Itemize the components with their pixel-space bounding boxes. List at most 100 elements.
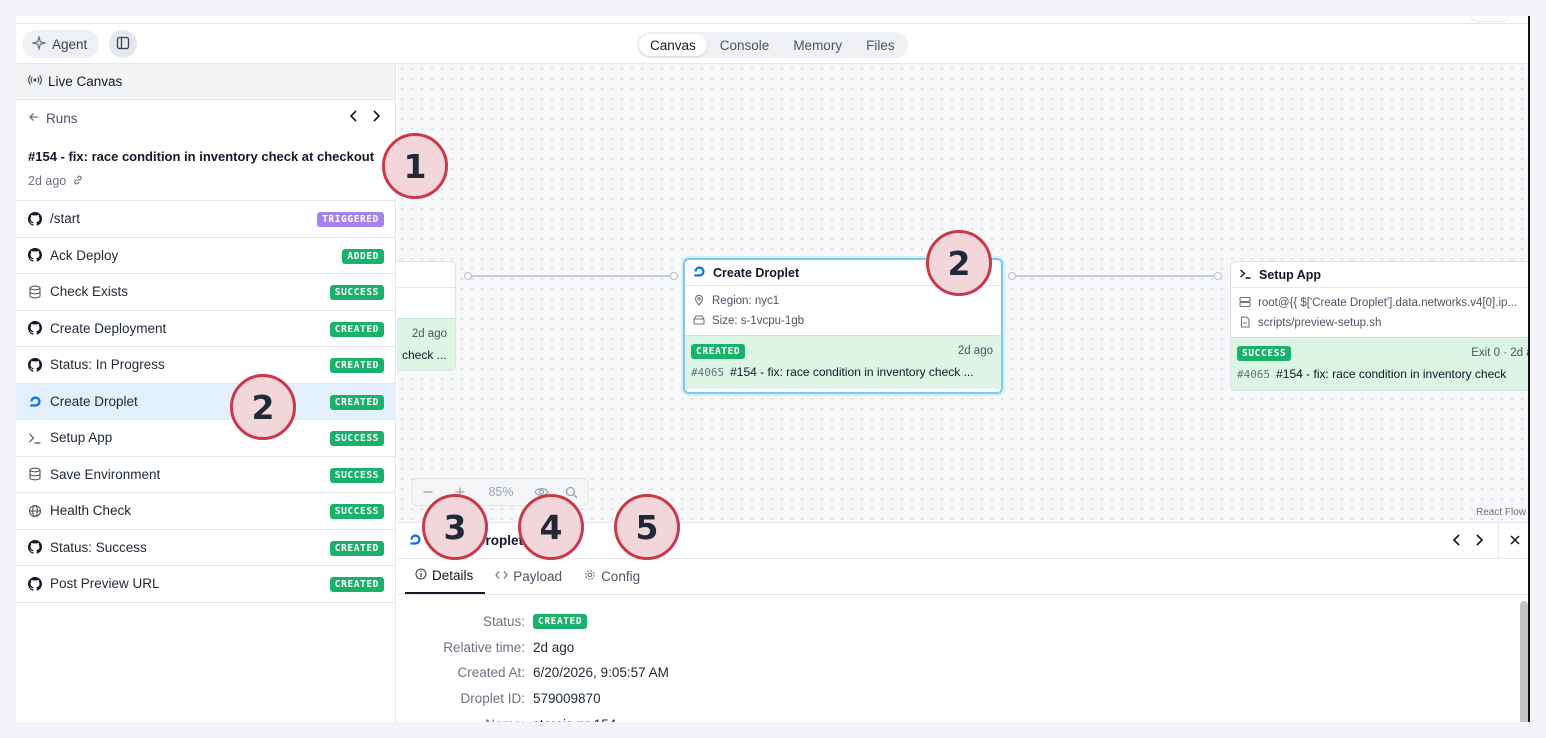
step-item[interactable]: Setup App SUCCESS xyxy=(16,420,396,457)
status-badge: CREATED xyxy=(691,344,746,359)
status-badge: SUCCESS xyxy=(329,504,384,519)
hard-drive-icon xyxy=(693,314,705,329)
file-icon xyxy=(1239,315,1251,331)
detail-field-row: Droplet ID: 579009870 xyxy=(397,686,1497,712)
node-run-text: #154 - fix: race condition in inventory … xyxy=(1276,367,1507,381)
tab-canvas[interactable]: Canvas xyxy=(639,34,707,56)
step-label: Ack Deploy xyxy=(50,247,119,263)
field-key: Relative time: xyxy=(443,639,525,655)
sidebar-icon xyxy=(116,36,130,53)
detail-tabs: Details Payload Config xyxy=(397,559,1528,595)
digitalocean-icon xyxy=(28,394,42,408)
status-badge: CREATED xyxy=(329,540,384,556)
toggle-sidebar-button[interactable] xyxy=(109,30,137,58)
chevron-right-icon[interactable] xyxy=(1474,533,1484,550)
step-label: Check Exists xyxy=(50,284,129,300)
field-value: storejs-pr-154 xyxy=(533,717,616,722)
detail-field-row: Created At: 6/20/2026, 9:05:57 AM xyxy=(397,660,1497,686)
step-label: Create Deployment xyxy=(50,320,167,336)
status-badge: ADDED xyxy=(342,248,384,264)
port[interactable] xyxy=(464,272,472,280)
github-icon xyxy=(28,357,42,372)
step-label: Post Preview URL xyxy=(50,576,160,592)
field-key: Created At: xyxy=(457,665,525,681)
step-item[interactable]: Ack Deploy ADDED xyxy=(16,238,396,274)
step-item[interactable]: Status: In Progress CREATED xyxy=(16,347,396,384)
database-icon xyxy=(28,467,42,481)
port[interactable] xyxy=(1008,272,1016,280)
chevron-right-icon[interactable] xyxy=(371,109,381,126)
status-badge: SUCCESS xyxy=(329,285,384,300)
view-tabs: Canvas Console Memory Files xyxy=(637,32,908,58)
app-window: Agent Canvas Console Memory Files Live C… xyxy=(16,16,1530,722)
live-canvas-header[interactable]: Live Canvas xyxy=(16,64,395,100)
detail-field-row: Name:storejs-pr-154 xyxy=(397,711,1497,722)
github-icon xyxy=(28,540,42,554)
node-time: 2d ago xyxy=(957,345,993,357)
step-item[interactable]: Post Preview URL CREATED xyxy=(16,566,396,603)
node-left-partial[interactable]: 2d ago check ... xyxy=(397,261,456,371)
node-setup-app[interactable]: Setup App root@{{ $['Create Droplet'].da… xyxy=(1230,261,1528,391)
zoom-level: 85% xyxy=(488,485,514,499)
detail-field-row: Status: CREATED xyxy=(397,609,1497,635)
step-item[interactable]: Create Droplet CREATED xyxy=(16,383,396,420)
step-item[interactable]: Create Deployment CREATED xyxy=(16,311,396,347)
step-label: Status: In Progress xyxy=(50,357,165,373)
callout-marker: 5 xyxy=(614,494,680,560)
tab-console[interactable]: Console xyxy=(709,34,781,56)
live-canvas-label: Live Canvas xyxy=(48,74,123,89)
sidebar: Live Canvas Runs #154 - fix: race condit… xyxy=(16,64,396,722)
callout-marker: 1 xyxy=(382,133,448,199)
sparkle-icon xyxy=(30,34,48,53)
top-strip xyxy=(16,16,1528,24)
step-label: Create Droplet xyxy=(50,393,138,409)
scrollbar[interactable] xyxy=(1520,601,1528,722)
run-time: 2d ago xyxy=(28,174,67,188)
github-icon xyxy=(28,248,42,262)
chevron-left-icon[interactable] xyxy=(349,109,359,126)
react-flow-attribution[interactable]: React Flow xyxy=(1476,507,1526,518)
terminal-icon xyxy=(28,431,42,445)
agent-button[interactable]: Agent xyxy=(22,30,100,58)
tab-payload-label: Payload xyxy=(513,569,563,584)
step-label: /start xyxy=(50,211,81,227)
tab-config[interactable]: Config xyxy=(574,559,652,594)
callout-marker: 3 xyxy=(422,494,488,560)
callout-marker: 4 xyxy=(518,494,584,560)
step-item[interactable]: /start TRIGGERED xyxy=(16,201,396,238)
close-button[interactable] xyxy=(1498,523,1528,559)
step-item[interactable]: Save Environment SUCCESS xyxy=(16,457,396,493)
github-icon xyxy=(28,321,42,335)
map-pin-icon xyxy=(693,294,705,309)
code-icon xyxy=(495,569,509,584)
tab-details[interactable]: Details xyxy=(405,559,486,594)
tab-memory[interactable]: Memory xyxy=(782,34,853,56)
chevron-left-icon[interactable] xyxy=(1452,533,1462,550)
port[interactable] xyxy=(1214,272,1222,280)
runs-link[interactable]: Runs xyxy=(46,111,78,126)
step-item[interactable]: Check Exists SUCCESS xyxy=(16,274,396,311)
callout-marker: 2 xyxy=(926,230,992,296)
detail-field-row: Relative time: 2d ago xyxy=(397,635,1497,661)
arrow-left-icon[interactable] xyxy=(28,111,40,126)
agent-label: Agent xyxy=(52,36,88,52)
tab-payload[interactable]: Payload xyxy=(485,559,574,594)
node-title: Create Droplet xyxy=(713,265,800,280)
field-value: 6/20/2026, 9:05:57 AM xyxy=(533,665,669,681)
github-icon xyxy=(28,576,42,591)
step-item[interactable]: Health Check SUCCESS xyxy=(16,493,396,530)
gear-icon xyxy=(584,569,596,584)
node-run-text: #154 - fix: race condition in inventory … xyxy=(730,365,974,379)
zoom-out-icon[interactable] xyxy=(412,486,444,498)
server-icon xyxy=(1239,296,1251,311)
tab-files[interactable]: Files xyxy=(855,34,906,56)
node-title: Setup App xyxy=(1259,267,1322,282)
step-item[interactable]: Status: Success CREATED xyxy=(16,530,396,566)
link-icon[interactable] xyxy=(72,174,84,189)
field-key: Status: xyxy=(482,614,525,630)
window-control[interactable] xyxy=(1470,16,1510,22)
node-time: Exit 0 · 2d ag xyxy=(1471,347,1528,359)
tab-config-label: Config xyxy=(601,569,641,584)
edge xyxy=(1013,275,1219,277)
port[interactable] xyxy=(670,272,678,280)
